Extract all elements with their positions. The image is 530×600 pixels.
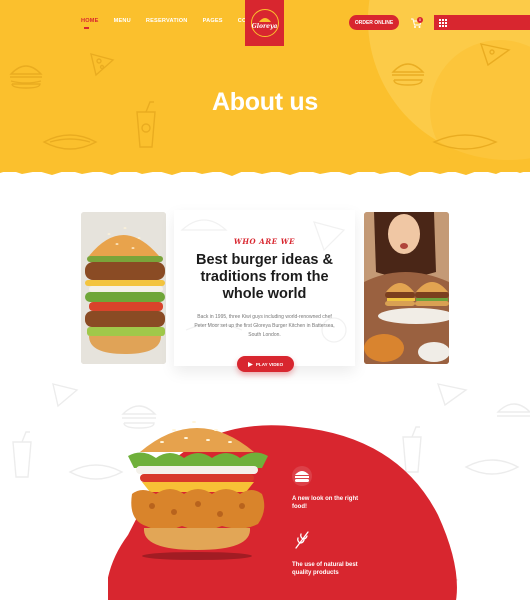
play-icon <box>247 361 253 367</box>
burger-illustration <box>81 212 166 364</box>
drink-bg-icon <box>12 431 32 478</box>
nav-item-menu[interactable]: MENU <box>114 18 131 24</box>
burger-bg-icon-2 <box>496 403 530 417</box>
about-heading: Best burger ideas & traditions from the … <box>196 252 333 303</box>
grid-menu-icon <box>439 18 447 27</box>
play-video-label: PLAY VIDEO <box>255 361 284 367</box>
pizza-bg-icon <box>52 383 79 408</box>
nav-item-reservation[interactable]: RESERVATION <box>146 18 188 24</box>
section-eyebrow: WHO ARE WE <box>233 237 296 246</box>
burger-icon <box>292 466 312 486</box>
logo-burger-icon <box>258 18 271 22</box>
hotdog-doodle-icon <box>42 134 98 150</box>
cart-count-badge: 0 <box>417 17 423 23</box>
nav-item-home[interactable]: HOME <box>81 18 99 29</box>
about-paragraph: Back in 1995, three Kiwi guys including … <box>194 314 335 338</box>
menu-toggle-button[interactable] <box>434 15 530 30</box>
main-nav: HOME MENU RESERVATION PAGES CONTACT <box>81 18 266 29</box>
hotdog-bg-icon-2 <box>464 459 520 475</box>
about-card: WHO ARE WE Best burger ideas & tradition… <box>174 210 355 366</box>
feature-text-2: The use of natural best quality products <box>292 562 358 577</box>
crispy-chicken-burger-image <box>128 421 268 560</box>
play-video-button[interactable]: PLAY VIDEO <box>237 356 294 372</box>
wheat-icon <box>295 531 309 549</box>
logo-emblem: Gloreya <box>250 9 279 37</box>
order-online-button[interactable]: ORDER ONLINE <box>349 15 399 30</box>
feature-text-1: A new look on the right food! <box>292 496 359 511</box>
pizza-doodle-icon <box>90 53 115 77</box>
burger-doodle-icon <box>9 65 43 89</box>
logo-text: Gloreya <box>251 23 278 30</box>
burger-photo <box>81 212 166 364</box>
hero-banner: HOME MENU RESERVATION PAGES CONTACT Glor… <box>0 0 530 172</box>
torn-paper-edge <box>0 160 530 176</box>
nav-item-pages[interactable]: PAGES <box>203 18 223 24</box>
pizza-doodle-icon-2 <box>479 43 511 67</box>
page-title: About us <box>212 88 318 116</box>
burger-doodle-icon-2 <box>391 63 425 86</box>
pizza-bg-icon-2 <box>436 383 468 407</box>
hotdog-doodle-icon-2 <box>432 134 498 150</box>
customer-eating-photo <box>364 212 449 364</box>
site-logo[interactable]: Gloreya <box>245 0 284 46</box>
customer-illustration <box>364 212 449 364</box>
